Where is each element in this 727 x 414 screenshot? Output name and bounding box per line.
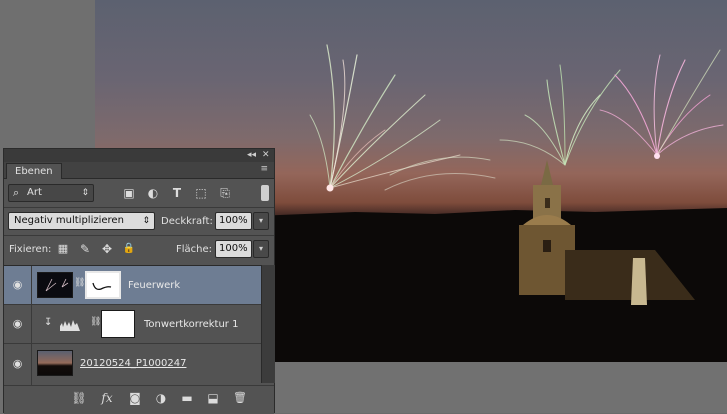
- tab-layers[interactable]: Ebenen: [6, 163, 62, 179]
- shape-filter-icon[interactable]: ⬚: [194, 186, 208, 200]
- blend-mode-value: Negativ multiplizieren: [14, 215, 124, 226]
- search-icon: ⌕: [13, 186, 20, 199]
- close-panel-icon[interactable]: ✕: [262, 149, 270, 162]
- lock-row: Fixieren: ▦ ✎ ✥ 🔒 Fläche: 100% ▾: [4, 235, 274, 262]
- chevron-updown-icon: ⇕: [81, 188, 89, 198]
- collapse-panel-icon[interactable]: ◂◂: [247, 149, 256, 162]
- firework-left: [309, 44, 496, 192]
- filter-row: ⌕ Art ⇕ ▣ ◐ T ⬚ ⎘: [4, 181, 274, 205]
- opacity-label: Deckkraft:: [161, 216, 213, 227]
- fill-input[interactable]: 100%: [215, 240, 252, 258]
- layer-thumbnail: [37, 350, 73, 376]
- smart-object-filter-icon[interactable]: ⎘: [218, 186, 232, 200]
- visibility-eye-icon[interactable]: ◉: [4, 266, 32, 305]
- layer-name[interactable]: 20120524_P1000247: [80, 358, 186, 369]
- blend-mode-select[interactable]: Negativ multiplizieren ⇕: [8, 212, 155, 230]
- lock-all-icon[interactable]: 🔒: [122, 242, 136, 256]
- type-filter-icon[interactable]: T: [170, 186, 184, 200]
- filter-type-label: Art: [27, 187, 42, 198]
- layer-row-feuerwerk[interactable]: ◉ ⛓ Feuerwerk: [4, 266, 261, 305]
- filter-toggle-switch[interactable]: [261, 185, 269, 201]
- mask-link-icon[interactable]: ⛓: [74, 278, 85, 288]
- layer-row-tonwertkorrektur[interactable]: ◉ ↧ ⛓ Tonwertkorrektur 1: [4, 305, 261, 344]
- blend-row: Negativ multiplizieren ⇕ Deckkraft: 100%…: [4, 207, 274, 234]
- panel-menu-icon[interactable]: ≡: [260, 164, 268, 174]
- fx-icon[interactable]: fx: [99, 391, 115, 405]
- fill-value: 100%: [219, 243, 248, 254]
- panel-title-bar: ◂◂ ✕: [4, 149, 274, 162]
- panel-tab-bar: Ebenen ≡: [4, 162, 274, 179]
- adjustment-filter-icon[interactable]: ◐: [146, 186, 160, 200]
- layer-mask-thumbnail[interactable]: [85, 271, 121, 299]
- firework-right-pink: [599, 49, 724, 159]
- layers-panel: ◂◂ ✕ Ebenen ≡ ⌕ Art ⇕ ▣ ◐ T ⬚ ⎘ Negativ …: [3, 148, 275, 414]
- new-group-icon[interactable]: ▬: [179, 391, 195, 405]
- visibility-eye-icon[interactable]: ◉: [4, 305, 32, 344]
- clipping-arrow-icon: ↧: [44, 317, 53, 328]
- layers-list: ◉ ⛓ Feuerwerk ◉ ↧ ⛓ Tonwertkorrektur 1 ◉: [4, 265, 261, 386]
- lock-move-icon[interactable]: ✥: [100, 242, 114, 256]
- layer-thumbnail: [37, 272, 73, 298]
- delete-layer-icon[interactable]: 🗑: [232, 391, 248, 404]
- visibility-eye-icon[interactable]: ◉: [4, 344, 32, 386]
- link-layers-icon[interactable]: ⛓: [71, 391, 87, 405]
- opacity-dropdown-button[interactable]: ▾: [253, 212, 269, 230]
- filter-type-select[interactable]: ⌕ Art ⇕: [8, 184, 94, 202]
- opacity-value: 100%: [219, 215, 248, 226]
- adjustment-layer-icon[interactable]: ◑: [153, 391, 169, 405]
- lock-transparent-icon[interactable]: ▦: [56, 242, 70, 256]
- lock-brush-icon[interactable]: ✎: [78, 242, 92, 256]
- fill-label: Fläche:: [176, 244, 213, 255]
- layers-bottom-bar: ⛓ fx ◙ ◑ ▬ ⬓ 🗑: [4, 385, 274, 414]
- layer-row-background[interactable]: ◉ 20120524_P1000247: [4, 344, 261, 386]
- layer-mask-thumbnail[interactable]: [101, 310, 135, 338]
- layer-name[interactable]: Feuerwerk: [128, 280, 180, 291]
- layer-name[interactable]: Tonwertkorrektur 1: [144, 319, 238, 330]
- mask-link-icon[interactable]: ⛓: [90, 317, 101, 327]
- opacity-input[interactable]: 100%: [215, 212, 252, 230]
- fill-dropdown-button[interactable]: ▾: [253, 240, 269, 258]
- layers-scrollbar[interactable]: [261, 265, 275, 383]
- image-filter-icon[interactable]: ▣: [122, 186, 136, 200]
- firework-right-green: [499, 64, 621, 166]
- levels-adjustment-icon: [59, 317, 81, 331]
- lock-label: Fixieren:: [9, 244, 52, 255]
- add-mask-icon[interactable]: ◙: [127, 391, 143, 405]
- new-layer-icon[interactable]: ⬓: [205, 391, 221, 405]
- chevron-updown-icon: ⇕: [142, 216, 150, 226]
